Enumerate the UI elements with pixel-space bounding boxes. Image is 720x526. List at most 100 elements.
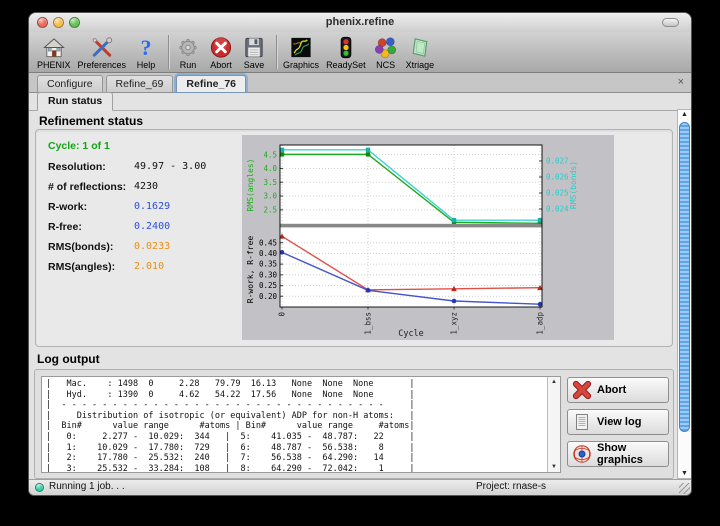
- stat-row: RMS(angles):2.010: [48, 261, 240, 273]
- main-content: Run status Refinement status Cycle: 1 of…: [29, 93, 691, 481]
- stat-value: 2.010: [134, 261, 164, 273]
- preferences-icon: [89, 35, 115, 60]
- toolbar-button-ncs[interactable]: NCS: [373, 35, 399, 70]
- project-label: Project: rnase-s: [476, 481, 546, 492]
- tab-run-status[interactable]: Run status: [37, 92, 113, 111]
- scroll-up-icon[interactable]: ▲: [548, 379, 560, 385]
- svg-text:0: 0: [278, 312, 287, 317]
- svg-text:0.027: 0.027: [546, 157, 569, 166]
- toolbar-button-phenix[interactable]: PHENIX: [37, 35, 71, 70]
- svg-text:0.40: 0.40: [259, 249, 278, 258]
- stat-value: 4230: [134, 181, 158, 193]
- graphics-icon: [288, 35, 314, 60]
- scroll-up-icon[interactable]: ▲: [678, 111, 691, 118]
- stat-value: 49.97 - 3.00: [134, 161, 206, 173]
- toolbar-button-run[interactable]: Run: [175, 35, 201, 70]
- view-log-icon: [572, 412, 592, 432]
- svg-text:3.5: 3.5: [263, 178, 277, 187]
- svg-text:2.5: 2.5: [263, 205, 277, 214]
- scrollbar-thumb[interactable]: [679, 122, 690, 432]
- stat-label: Resolution:: [48, 161, 134, 173]
- xtriage-icon: [407, 35, 433, 60]
- scroll-down-icon[interactable]: ▼: [548, 464, 560, 470]
- action-button-label: View log: [597, 416, 641, 428]
- phenix-home-icon: [41, 35, 67, 60]
- refinement-chart-svg: 2.53.03.54.04.50.0240.0250.0260.027RMS(b…: [242, 135, 614, 340]
- status-text: Running 1 job. . .: [49, 481, 125, 492]
- desktop-background: phenix.refine PHENIXPreferences?Help Run A…: [0, 0, 720, 526]
- readyset-icon: [333, 35, 359, 60]
- toolbar-button-preferences[interactable]: Preferences: [78, 35, 127, 70]
- run-icon: [175, 35, 201, 60]
- toolbar-button-xtriage[interactable]: Xtriage: [406, 35, 435, 70]
- tab-configure[interactable]: Configure: [37, 75, 103, 92]
- toolbar-button-save[interactable]: Save: [241, 35, 267, 70]
- svg-text:4.0: 4.0: [263, 164, 277, 173]
- stat-row: RMS(bonds):0.0233: [48, 241, 240, 253]
- tab-list: ConfigureRefine_69Refine_76: [37, 75, 249, 92]
- action-button-label: Abort: [597, 384, 626, 396]
- tab-bar: ConfigureRefine_69Refine_76 ×: [29, 73, 691, 93]
- toolbar-button-readyset[interactable]: ReadySet: [326, 35, 366, 70]
- svg-text:RMS(angles): RMS(angles): [246, 159, 255, 212]
- stat-label: RMS(angles):: [48, 261, 134, 273]
- svg-text:3.0: 3.0: [263, 192, 277, 201]
- toolbar-button-graphics[interactable]: Graphics: [283, 35, 319, 70]
- help-icon: ?: [133, 35, 159, 60]
- stat-row: R-free:0.2400: [48, 221, 240, 233]
- toolbar: PHENIXPreferences?Help Run Abort Save Graphi…: [29, 32, 691, 73]
- toolbar-separator: [276, 35, 277, 69]
- window-title: phenix.refine: [29, 16, 691, 28]
- svg-text:0.25: 0.25: [259, 281, 277, 290]
- svg-text:0.024: 0.024: [546, 205, 569, 214]
- toolbar-button-abort[interactable]: Abort: [208, 35, 234, 70]
- subtab-row: Run status: [29, 93, 691, 111]
- tab-refine-69[interactable]: Refine_69: [106, 75, 174, 92]
- scroll-down-icon[interactable]: ▼: [678, 470, 691, 477]
- tab-refine-76[interactable]: Refine_76: [176, 75, 246, 92]
- svg-text:RMS(bonds): RMS(bonds): [569, 161, 578, 209]
- svg-text:1_adp: 1_adp: [536, 312, 545, 335]
- svg-text:?: ?: [141, 35, 152, 60]
- main-scrollbar[interactable]: ▲ ▼: [677, 109, 692, 479]
- svg-text:0.20: 0.20: [259, 292, 278, 301]
- stat-row: R-work:0.1629: [48, 201, 240, 213]
- log-output-panel: | Mac. : 1498 0 2.28 79.79 16.13 None No…: [34, 369, 674, 479]
- view-log-button[interactable]: View log: [567, 409, 669, 435]
- cycle-indicator: Cycle: 1 of 1: [48, 140, 240, 152]
- toolbar-button-label: Help: [137, 60, 156, 70]
- log-scrollbar[interactable]: ▲ ▼: [547, 377, 560, 472]
- svg-text:0.45: 0.45: [259, 238, 277, 247]
- action-buttons: Abort View log Show graphics: [567, 377, 669, 467]
- toolbar-button-label: Graphics: [283, 60, 319, 70]
- titlebar[interactable]: phenix.refine: [29, 13, 691, 32]
- toolbar-button-label: ReadySet: [326, 60, 366, 70]
- refinement-status-panel: Cycle: 1 of 1Resolution:49.97 - 3.00# of…: [35, 129, 673, 347]
- stat-label: # of reflections:: [48, 181, 134, 193]
- log-view[interactable]: | Mac. : 1498 0 2.28 79.79 16.13 None No…: [41, 376, 561, 473]
- action-button-label: Show graphics: [597, 442, 664, 466]
- toolbar-separator: [168, 35, 169, 69]
- refinement-chart: 2.53.03.54.04.50.0240.0250.0260.027RMS(b…: [242, 135, 614, 340]
- close-tab-button[interactable]: ×: [678, 75, 684, 89]
- show-graphics-button[interactable]: Show graphics: [567, 441, 669, 467]
- stat-row: Resolution:49.97 - 3.00: [48, 161, 240, 173]
- svg-text:1_bss: 1_bss: [364, 312, 373, 335]
- toolbar-button-help[interactable]: ?Help: [133, 35, 159, 70]
- toolbar-button-label: Abort: [210, 60, 232, 70]
- ncs-icon: [373, 35, 399, 60]
- abort-button[interactable]: Abort: [567, 377, 669, 403]
- abort-x-icon: [572, 380, 592, 400]
- abort-icon: [208, 35, 234, 60]
- stat-label: R-free:: [48, 221, 134, 233]
- toolbar-toggle-button[interactable]: [662, 18, 679, 27]
- status-running-indicator: [35, 483, 44, 492]
- resize-grip[interactable]: [679, 483, 690, 494]
- toolbar-button-label: Run: [180, 60, 197, 70]
- svg-text:1_xyz: 1_xyz: [450, 312, 459, 335]
- app-window: phenix.refine PHENIXPreferences?Help Run A…: [28, 12, 692, 496]
- svg-text:4.5: 4.5: [263, 150, 277, 159]
- log-output-heading: Log output: [37, 352, 100, 366]
- toolbar-button-label: Save: [244, 60, 265, 70]
- stat-label: RMS(bonds):: [48, 241, 134, 253]
